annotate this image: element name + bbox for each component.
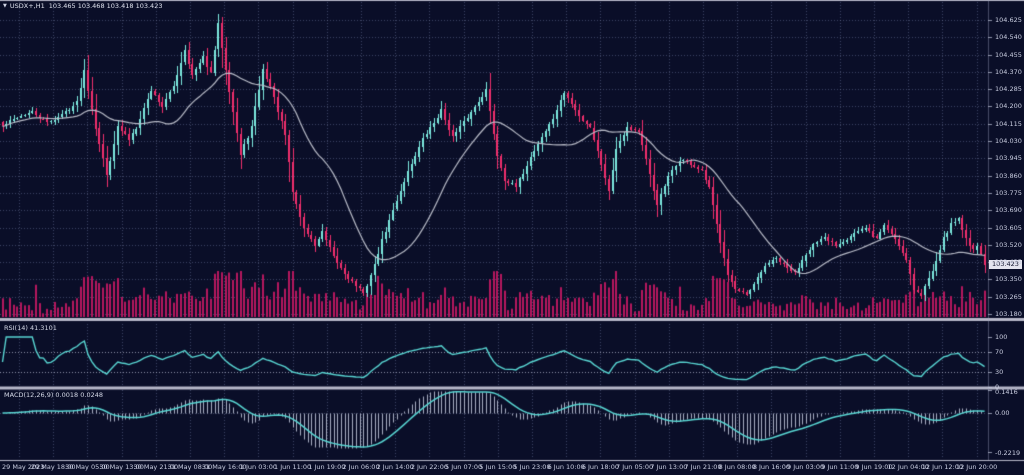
time-tick-label: 1 Jun 19:00 [308,464,345,471]
price-tick-label: 104.115 [995,121,1022,128]
chart-window: ▼USDX+,H1 103.465 103.468 103.418 103.423… [0,0,1024,475]
price-tick-label: 104.455 [995,52,1022,59]
price-tick-label: 103.605 [995,225,1022,232]
price-tick-label: 103.180 [995,311,1022,318]
rsi-tick-label: 100 [995,334,1007,341]
time-tick-label: 1 Jun 11:00 [274,464,311,471]
rsi-tick-label: 30 [995,369,1003,376]
rsi-tick-label: 70 [995,349,1003,356]
time-tick-label: 6 Jun 18:00 [582,464,619,471]
time-tick-label: 5 Jun 15:00 [479,464,516,471]
price-tick-label: 104.540 [995,34,1022,41]
macd-tick-label: -0.2219 [995,450,1020,457]
symbol-info-bar[interactable]: ▼USDX+,H1 103.465 103.468 103.418 103.423 [3,2,166,11]
time-tick-label: 5 Jun 23:00 [513,464,550,471]
time-tick-label: 2 Jun 06:00 [342,464,379,471]
price-tick-label: 103.350 [995,276,1022,283]
price-tick-label: 103.520 [995,242,1022,249]
time-tick-label: 12 Jun 20:00 [956,464,997,471]
ohlc-readout: 103.465 103.468 103.418 103.423 [49,2,163,10]
time-tick-label: 2 Jun 14:00 [377,464,414,471]
price-tick-label: 104.370 [995,69,1022,76]
macd-indicator-label: MACD(12,26,9) 0.0018 0.0248 [4,391,103,399]
time-tick-label: 9 Jun 03:00 [787,464,824,471]
price-tick-label: 104.200 [995,103,1022,110]
rsi-indicator-label: RSI(14) 41.3101 [4,324,57,332]
price-tick-label: 103.860 [995,173,1022,180]
time-tick-label: 7 Jun 13:00 [650,464,687,471]
macd-tick-label: 0.00 [995,410,1009,417]
time-tick-label: 9 Jun 11:00 [821,464,858,471]
price-tick-label: 104.285 [995,86,1022,93]
price-tick-label: 103.945 [995,155,1022,162]
time-tick-label: 7 Jun 05:00 [616,464,653,471]
price-tick-label: 103.265 [995,294,1022,301]
time-tick-label: 8 Jun 16:00 [753,464,790,471]
time-tick-label: 8 Jun 08:00 [719,464,756,471]
price-tick-label: 104.030 [995,138,1022,145]
price-tick-label: 103.435 [995,259,1022,266]
price-chart-canvas[interactable] [0,0,1024,475]
time-tick-label: 5 Jun 07:00 [445,464,482,471]
time-tick-label: 1 Jun 03:00 [240,464,277,471]
macd-tick-label: 0.1416 [995,389,1018,396]
time-tick-label: 6 Jun 10:00 [548,464,585,471]
symbol-timeframe: USDX+,H1 [10,2,45,10]
time-tick-label: 7 Jun 21:00 [684,464,721,471]
chart-dropdown-icon[interactable]: ▼ [3,2,7,10]
price-tick-label: 103.690 [995,207,1022,214]
price-tick-label: 104.625 [995,17,1022,24]
time-tick-label: 2 Jun 22:00 [411,464,448,471]
price-tick-label: 103.775 [995,190,1022,197]
